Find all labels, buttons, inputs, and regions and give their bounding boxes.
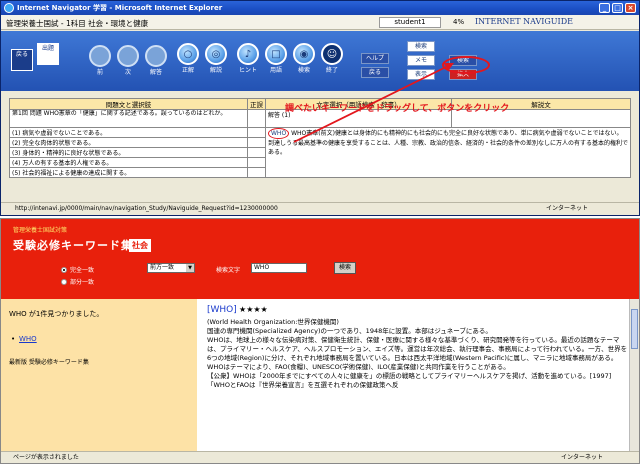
results-count: WHO が1件見つかりました。 xyxy=(9,310,104,318)
answer-button[interactable]: 解答 xyxy=(145,45,167,76)
term-english: (World Health Organization:世界保健機関) xyxy=(207,318,339,326)
definition-pane: [WHO] ★★★★ (World Health Organization:世界… xyxy=(197,299,639,451)
search-icon: ◉ xyxy=(293,43,315,65)
user-field: student1 xyxy=(379,17,441,28)
book-icon: □ xyxy=(265,43,287,65)
explain-icon: ◎ xyxy=(205,43,227,65)
table-cell xyxy=(247,109,266,128)
hint-button[interactable]: ♪ ヒント xyxy=(237,43,259,74)
status-text: ページが表示されました xyxy=(13,454,79,461)
radio-icon xyxy=(61,266,67,273)
answer-text: WHO憲章(前文)健康とは身体的にも精神的にも社会的にも完全に良好な状態であり、… xyxy=(268,130,629,156)
ie-icon xyxy=(4,3,14,13)
arrow-right-icon xyxy=(117,45,139,67)
option-2[interactable]: (2) 完全な肉体的状態である。 xyxy=(9,137,248,148)
explain-button[interactable]: ◎ 解説 xyxy=(205,43,227,74)
who-selected-word[interactable]: WHO xyxy=(268,128,290,139)
help-square-button[interactable]: ヘルプ xyxy=(361,53,389,64)
arrow-left-icon xyxy=(89,45,111,67)
nav-toolbar: 戻る 出題 前 次 解答 ○ 正解 ◎ 解説 ♪ ヒント □ 用語 ◉ 検索 ☺ 終了 ヘル… xyxy=(1,31,639,91)
vertical-scrollbar[interactable] xyxy=(629,299,639,451)
minimize-icon[interactable]: _ xyxy=(599,3,610,13)
table-cell xyxy=(247,167,266,178)
option-3[interactable]: (3) 身体的・精神的に良好な状態である。 xyxy=(9,147,248,158)
status-url: http://intenavi.jp/0000/main/nav/navigat… xyxy=(15,205,278,212)
memo-small-button[interactable]: メモ xyxy=(407,55,435,66)
brand-logo: INTERNET NAVIGUIDE xyxy=(475,17,573,26)
close-icon[interactable]: × xyxy=(625,3,636,13)
results-pane: WHO が1件見つかりました。 WHO 最新版 受験必修キーワード集 xyxy=(1,299,197,451)
status-bar-glossary: ページが表示されました インターネット xyxy=(1,451,639,463)
col-header-correct: 正誤 xyxy=(247,98,266,110)
correct-button[interactable]: ○ 正解 xyxy=(177,43,199,74)
back-side-button[interactable]: 戻る xyxy=(11,49,33,71)
keyword-label: 検索文字 xyxy=(216,267,241,274)
glossary-header: 管理栄養士国試対策 受験必修キーワード集 社会 完全一致 部分一致 前方一致 ▼… xyxy=(1,219,639,299)
term-title: [WHO] xyxy=(207,305,237,315)
radio-label: 完全一致 xyxy=(70,267,95,274)
zoom-level: 4% xyxy=(453,18,465,26)
search-submit-button[interactable]: 検索 xyxy=(334,262,356,274)
radio-exact[interactable]: 完全一致 xyxy=(61,265,94,274)
course-bar: 管理栄養士国試 - 1科目 社会・環境と健康 student1 4% INTER… xyxy=(1,15,639,30)
subject-badge: 社会 xyxy=(129,239,151,252)
highlight-ellipse xyxy=(442,56,490,74)
next-button[interactable]: 次 xyxy=(117,45,139,76)
table-cell xyxy=(247,157,266,168)
drag-instruction: 調べたいキーワードをドラッグして、ボタンをクリック xyxy=(285,104,510,114)
option-4[interactable]: (4) 万人の有する基本的人権である。 xyxy=(9,157,248,168)
match-select[interactable]: 前方一致 ▼ xyxy=(147,263,195,273)
internet-zone: インターネット xyxy=(546,205,589,212)
course-title: 管理栄養士国試 - 1科目 社会・環境と健康 xyxy=(6,19,149,28)
back-square-button[interactable]: 戻る xyxy=(361,67,389,78)
status-bar: http://intenavi.jp/0000/main/nav/navigat… xyxy=(1,202,639,215)
answer-explanation: WHO WHO憲章(前文)健康とは身体的にも精神的にも社会的にも完全に良好な状態… xyxy=(265,127,631,178)
pencil-icon xyxy=(145,45,167,67)
table-cell xyxy=(247,137,266,148)
radio-label: 部分一致 xyxy=(70,279,95,286)
internet-zone-glossary: インターネット xyxy=(561,454,604,461)
keyword-input[interactable]: WHO xyxy=(251,263,307,273)
window-title: Internet Navigator 学習 - Microsoft Intern… xyxy=(17,4,223,12)
term-definition: 国連の専門機関(Specialized Agency)の一つであり、1948年に… xyxy=(207,327,628,389)
prev-button[interactable]: 前 xyxy=(89,45,111,76)
browser-window-main: Internet Navigator 学習 - Microsoft Intern… xyxy=(0,0,640,216)
keyword-list-link[interactable]: 最新版 受験必修キーワード集 xyxy=(9,357,89,366)
col-header-question: 問題文と選択肢 xyxy=(9,98,248,110)
header-title: 受験必修キーワード集 xyxy=(13,239,133,252)
radio-icon xyxy=(61,278,67,285)
header-subtitle: 管理栄養士国試対策 xyxy=(13,227,68,234)
radio-partial[interactable]: 部分一致 xyxy=(61,277,94,286)
scroll-thumb[interactable] xyxy=(631,309,638,349)
chevron-down-icon: ▼ xyxy=(186,264,194,272)
hint-icon: ♪ xyxy=(237,43,259,65)
circle-check-icon: ○ xyxy=(177,43,199,65)
table-cell xyxy=(247,147,266,158)
importance-stars: ★★★★ xyxy=(239,305,268,314)
search-button[interactable]: ◉ 検索 xyxy=(293,43,315,74)
exit-button[interactable]: ☺ 終了 xyxy=(321,43,343,74)
table-cell xyxy=(247,127,266,138)
maximize-icon[interactable]: □ xyxy=(612,3,623,13)
title-bar: Internet Navigator 学習 - Microsoft Intern… xyxy=(1,1,639,15)
question-text: 第1回 問題 WHO憲章の「健康」に関する記述である。誤っているのはどれか。 xyxy=(9,109,248,128)
person-icon: ☺ xyxy=(321,43,343,65)
select-value: 前方一致 xyxy=(150,264,175,271)
help-small-button[interactable]: 検索 xyxy=(407,41,435,52)
window-controls: _ □ × xyxy=(599,3,636,13)
question-side-button[interactable]: 出題 xyxy=(37,43,59,65)
view-small-button[interactable]: 表示 xyxy=(407,69,435,80)
browser-window-glossary: 管理栄養士国試対策 受験必修キーワード集 社会 完全一致 部分一致 前方一致 ▼… xyxy=(0,218,640,464)
option-1[interactable]: (1) 病気や虚弱でないことである。 xyxy=(9,127,248,138)
result-link-who[interactable]: WHO xyxy=(11,335,37,343)
option-5[interactable]: (5) 社会的福祉による健康の達成に関する。 xyxy=(9,167,248,178)
glossary-button[interactable]: □ 用語 xyxy=(265,43,287,74)
